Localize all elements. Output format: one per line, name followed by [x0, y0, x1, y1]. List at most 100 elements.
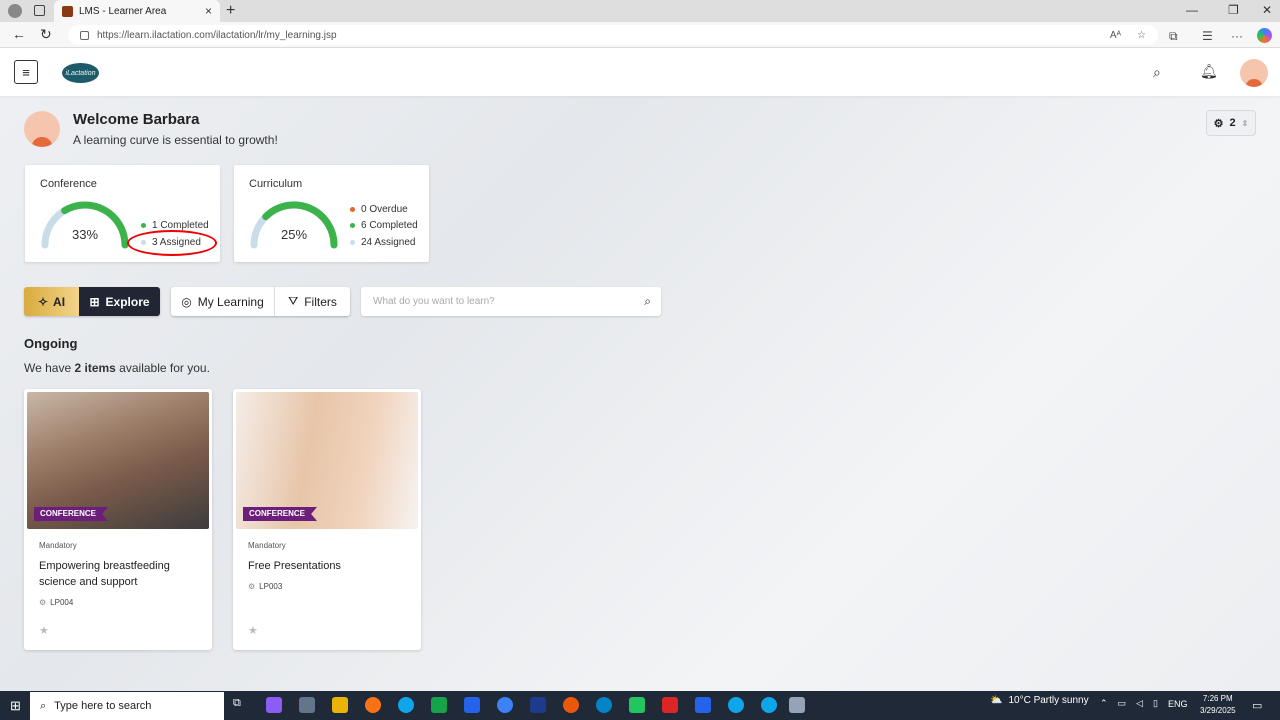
- ilactation-logo[interactable]: iLactation: [62, 63, 99, 83]
- tab-close-icon[interactable]: ×: [205, 4, 212, 18]
- grid-icon: ⊞: [89, 294, 100, 309]
- availability-text: We have 2 items available for you.: [24, 361, 210, 375]
- edge-icon[interactable]: [398, 697, 414, 713]
- gear-icon: ⚙: [248, 582, 256, 591]
- course-title[interactable]: Empowering breastfeeding science and sup…: [39, 558, 199, 590]
- curriculum-assigned: 24 Assigned: [361, 237, 416, 248]
- network-icon[interactable]: ▭: [1118, 698, 1127, 709]
- assigned-dot-icon: [350, 240, 355, 245]
- browser-tab[interactable]: LMS - Learner Area ×: [54, 0, 220, 22]
- gear-icon: ⚙: [39, 598, 47, 607]
- learning-filter-group: ◎ My Learning ⛛ Filters: [171, 287, 350, 316]
- course-code-text: LP003: [259, 582, 283, 591]
- my-learning-label: My Learning: [197, 294, 264, 309]
- curriculum-overdue: 0 Overdue: [361, 204, 408, 215]
- favicon-icon: [62, 5, 73, 17]
- ai-button[interactable]: ✧ AI: [24, 287, 79, 316]
- firefox-icon[interactable]: [365, 697, 381, 713]
- task-view-icon[interactable]: ⧉: [233, 697, 249, 713]
- course-code-text: LP004: [50, 598, 74, 607]
- search-icon[interactable]: ⌕: [1153, 64, 1161, 81]
- my-learning-button[interactable]: ◎ My Learning: [171, 287, 275, 316]
- app-icon[interactable]: [497, 697, 513, 713]
- course-code: ⚙ LP004: [39, 598, 73, 607]
- notification-center-icon[interactable]: ▭: [1252, 699, 1262, 712]
- snipping-tool-icon[interactable]: [789, 697, 805, 713]
- volume-icon[interactable]: ◁: [1136, 698, 1143, 709]
- close-window-icon[interactable]: ✕: [1262, 3, 1272, 17]
- user-learning-icon: ◎: [181, 294, 192, 309]
- internet-explorer-icon[interactable]: [596, 697, 612, 713]
- camtasia-icon[interactable]: [629, 697, 645, 713]
- site-info-icon[interactable]: [80, 30, 89, 40]
- course-card[interactable]: CONFERENCE Mandatory Free Presentations …: [233, 389, 421, 650]
- welcome-title: Welcome Barbara: [73, 111, 200, 128]
- copilot-app-icon[interactable]: [266, 697, 282, 713]
- curriculum-stats-card[interactable]: Curriculum 25% 0 Overdue 6 Completed 24 …: [234, 165, 429, 262]
- powerpoint-icon[interactable]: [563, 697, 579, 713]
- course-title[interactable]: Free Presentations: [248, 558, 408, 574]
- completed-dot-icon: [141, 223, 146, 228]
- minimize-icon[interactable]: —: [1186, 3, 1198, 17]
- favorite-star-icon[interactable]: ☆: [1137, 30, 1146, 41]
- calculator-icon[interactable]: [299, 697, 315, 713]
- search-icon: ⌕: [40, 699, 47, 712]
- search-icon[interactable]: ⌕: [644, 294, 651, 309]
- tab-actions-icon[interactable]: [34, 5, 45, 16]
- partly-sunny-icon: ⛅: [990, 695, 1003, 706]
- address-bar[interactable]: https://learn.ilactation.com/ilactation/…: [68, 25, 1158, 45]
- read-aloud-icon[interactable]: Aᴬ: [1110, 30, 1121, 41]
- windows-start-icon[interactable]: ⊞: [10, 698, 21, 714]
- favorite-star-icon[interactable]: ★: [248, 624, 258, 637]
- ai-label: AI: [53, 294, 66, 309]
- photoshop-icon[interactable]: [530, 697, 546, 713]
- conference-percent: 33%: [72, 227, 99, 242]
- avail-suffix: available for you.: [115, 361, 210, 375]
- search-input[interactable]: [361, 287, 621, 316]
- language-indicator[interactable]: ENG: [1168, 699, 1188, 709]
- reload-icon[interactable]: ↻: [40, 26, 52, 43]
- extensions-icon[interactable]: ⧉: [1169, 29, 1178, 44]
- acrobat-icon[interactable]: [662, 697, 678, 713]
- mode-toggle-group: ✧ AI ⊞ Explore: [24, 287, 160, 316]
- course-card[interactable]: CONFERENCE Mandatory Empowering breastfe…: [24, 389, 212, 650]
- settings-dropdown[interactable]: ⚙ 2 ⇕: [1206, 110, 1256, 136]
- sort-arrows-icon: ⇕: [1241, 118, 1249, 128]
- excel-icon[interactable]: [431, 697, 447, 713]
- overdue-dot-icon: [350, 207, 355, 212]
- filters-button[interactable]: ⛛ Filters: [275, 287, 350, 316]
- course-mandatory: Mandatory: [248, 541, 286, 550]
- legend-assigned: 24 Assigned: [350, 237, 416, 248]
- copilot-icon[interactable]: [1257, 28, 1272, 43]
- file-explorer-icon[interactable]: [332, 697, 348, 713]
- sparkle-icon: ✧: [37, 294, 49, 309]
- welcome-avatar: [24, 111, 60, 147]
- dropbox-icon[interactable]: [695, 697, 711, 713]
- maximize-icon[interactable]: ❐: [1228, 3, 1239, 17]
- favorite-star-icon[interactable]: ★: [39, 624, 49, 637]
- notification-bell-icon[interactable]: 🔔︎: [1200, 63, 1218, 80]
- chevron-up-icon[interactable]: ⌃: [1100, 698, 1108, 709]
- back-icon[interactable]: ←: [12, 26, 26, 42]
- legend-completed: 6 Completed: [350, 220, 418, 231]
- card-title: Curriculum: [249, 178, 303, 190]
- taskbar-search[interactable]: ⌕ Type here to search: [30, 692, 224, 720]
- user-avatar-icon[interactable]: [1240, 59, 1268, 87]
- more-icon[interactable]: ···: [1231, 29, 1243, 43]
- url-text: https://learn.ilactation.com/ilactation/…: [97, 29, 337, 41]
- skype-icon[interactable]: [728, 697, 744, 713]
- word-icon[interactable]: [464, 697, 480, 713]
- new-tab-icon[interactable]: +: [226, 2, 235, 20]
- favorites-icon[interactable]: ☰: [1202, 29, 1213, 43]
- weather-widget[interactable]: ⛅ 10°C Partly sunny: [990, 695, 1089, 706]
- hamburger-menu-icon[interactable]: ≡: [14, 60, 38, 84]
- course-mandatory: Mandatory: [39, 541, 77, 550]
- gear-icon: ⚙: [1213, 117, 1224, 130]
- skype-icon[interactable]: [761, 697, 777, 713]
- battery-icon[interactable]: ▯: [1153, 698, 1158, 709]
- taskbar-search-text: Type here to search: [54, 700, 152, 712]
- browser-profile-icon[interactable]: [8, 4, 22, 18]
- explore-button[interactable]: ⊞ Explore: [79, 287, 160, 316]
- taskbar-clock[interactable]: 7:26 PM 3/29/2025: [1200, 693, 1236, 717]
- course-code: ⚙ LP003: [248, 582, 282, 591]
